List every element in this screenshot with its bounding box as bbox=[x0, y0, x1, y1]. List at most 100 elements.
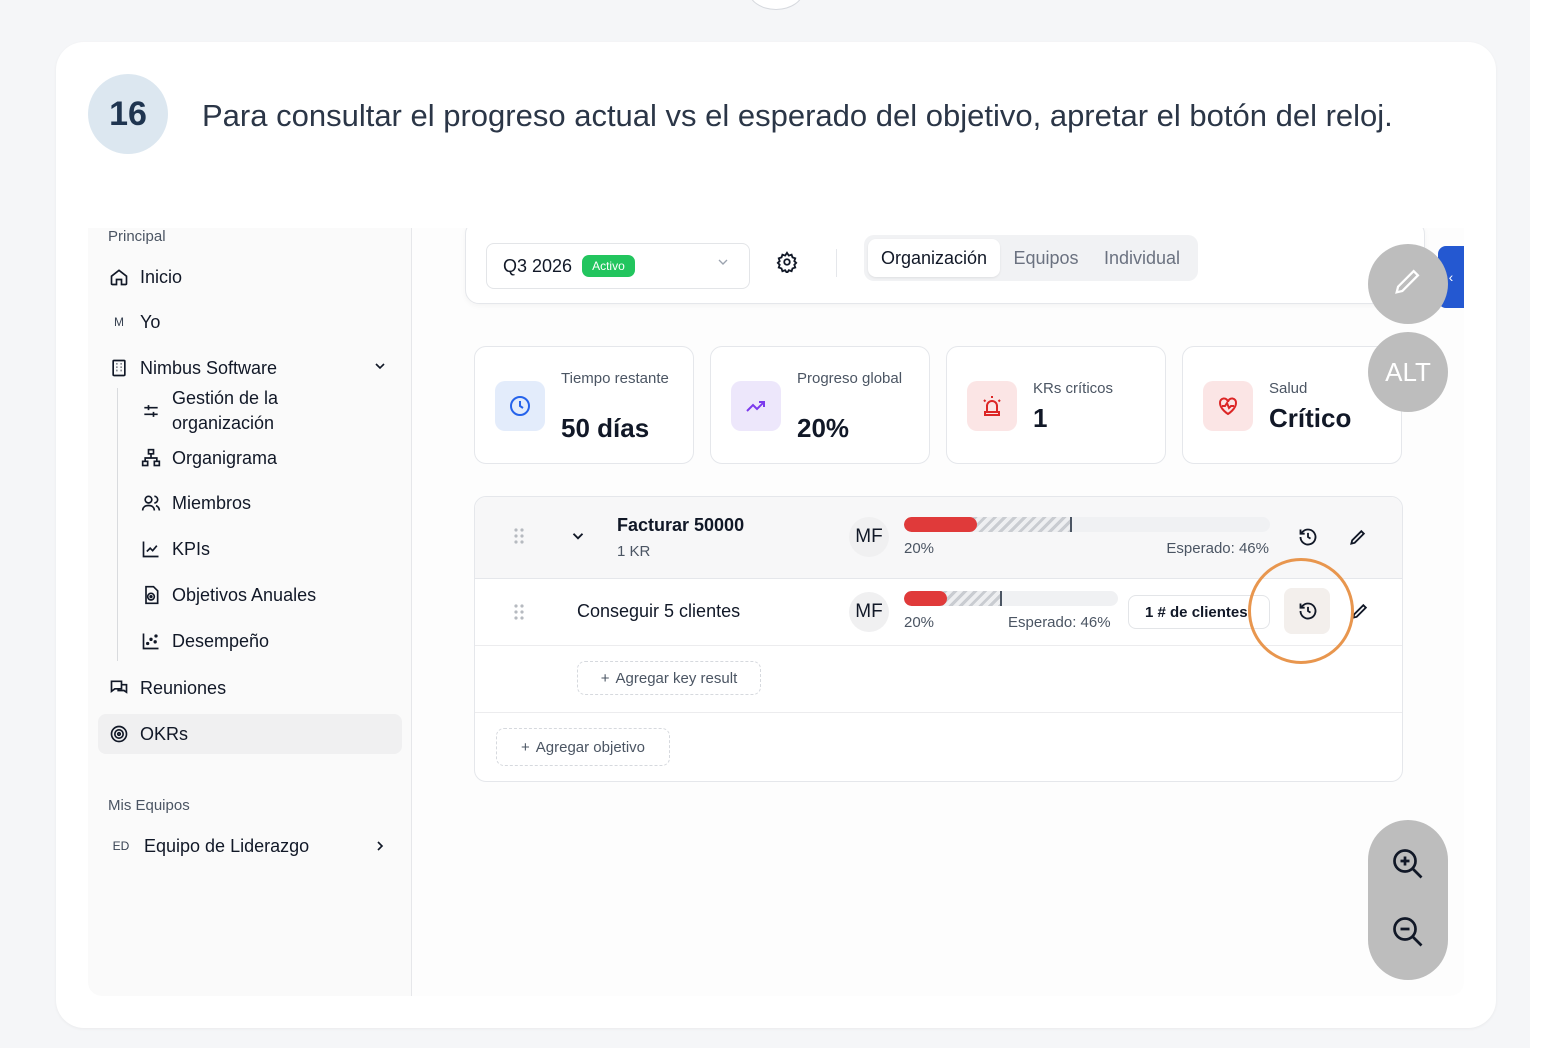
drag-handle-icon[interactable] bbox=[513, 527, 525, 545]
stat-card-progreso: Progreso global 20% bbox=[710, 346, 930, 464]
chevron-right-icon[interactable] bbox=[372, 838, 388, 859]
sidebar-item-inicio[interactable]: Inicio bbox=[108, 261, 182, 293]
siren-icon bbox=[967, 381, 1017, 431]
alt-text-button[interactable]: ALT bbox=[1368, 332, 1448, 412]
stat-card-tiempo: Tiempo restante 50 días bbox=[474, 346, 694, 464]
edit-pencil-icon[interactable] bbox=[1346, 525, 1370, 549]
key-result-progress-bar bbox=[904, 591, 1118, 606]
page-edge bbox=[1530, 0, 1565, 1048]
sidebar-item-label: Organigrama bbox=[172, 447, 278, 468]
sidebar-item-label: Objetivos Anuales bbox=[172, 584, 317, 605]
step-number: 16 bbox=[88, 74, 168, 154]
stat-label: Progreso global bbox=[797, 370, 903, 387]
chart-icon bbox=[140, 538, 162, 560]
sidebar-item-label: Equipo de Liderazgo bbox=[144, 835, 310, 856]
stat-value: Crítico bbox=[1269, 403, 1352, 433]
chevron-down-icon[interactable] bbox=[569, 527, 587, 550]
view-tabs: Organización Equipos Individual bbox=[864, 235, 1198, 281]
sidebar-section-principal: Principal bbox=[108, 228, 166, 245]
tab-equipos[interactable]: Equipos bbox=[1002, 239, 1090, 277]
trend-up-icon bbox=[731, 381, 781, 431]
heart-pulse-icon bbox=[1203, 381, 1253, 431]
sidebar-item-label: KPIs bbox=[172, 538, 211, 559]
sidebar-item-label: Inicio bbox=[140, 266, 183, 287]
plus-icon: + bbox=[521, 738, 530, 756]
zoom-controls bbox=[1368, 820, 1448, 980]
clock-icon bbox=[495, 381, 545, 431]
add-objective-label: Agregar objetivo bbox=[535, 738, 645, 756]
chevron-down-icon[interactable] bbox=[372, 358, 388, 379]
home-icon bbox=[108, 266, 130, 288]
period-select[interactable]: Q3 2026 Activo bbox=[486, 243, 750, 289]
sidebar-item-desempeno[interactable]: Desempeño bbox=[140, 625, 269, 657]
objective-row[interactable]: Facturar 50000 1 KR MF 20% Esperado: 46% bbox=[475, 497, 1402, 579]
target-doc-icon bbox=[140, 584, 162, 606]
status-badge: Activo bbox=[582, 255, 635, 277]
objective-progress-bar bbox=[904, 517, 1270, 532]
sidebar-item-objetivos-anuales[interactable]: Objetivos Anuales bbox=[140, 579, 316, 611]
expected-percent: Esperado: 46% bbox=[1008, 614, 1111, 631]
org-chart-icon bbox=[140, 447, 162, 469]
scatter-icon bbox=[140, 630, 162, 652]
add-key-result-label: Agregar key result bbox=[615, 669, 738, 687]
target-icon bbox=[108, 723, 130, 745]
plus-icon: + bbox=[600, 669, 610, 687]
actual-progress bbox=[904, 591, 947, 606]
divider bbox=[836, 249, 837, 277]
click-highlight-circle bbox=[1248, 558, 1354, 664]
sidebar-item-label: Yo bbox=[140, 311, 161, 332]
building-icon bbox=[108, 357, 130, 379]
sidebar-item-label: Gestión de la organización bbox=[172, 388, 279, 433]
sidebar-item-label: Desempeño bbox=[172, 630, 270, 651]
sidebar-item-okrs[interactable]: OKRs bbox=[108, 718, 188, 750]
sidebar-item-equipo-liderazgo[interactable]: ED Equipo de Liderazgo bbox=[108, 830, 309, 862]
annotate-pencil-button[interactable] bbox=[1368, 244, 1448, 324]
stat-value: 50 días bbox=[561, 413, 650, 443]
sidebar-item-kpis[interactable]: KPIs bbox=[140, 533, 210, 565]
tab-individual[interactable]: Individual bbox=[1092, 239, 1192, 277]
sidebar: Principal Inicio M Yo Nimbus Software Ge… bbox=[88, 228, 412, 996]
chat-icon bbox=[108, 677, 130, 699]
sidebar-item-miembros[interactable]: Miembros bbox=[140, 487, 251, 519]
progress-percent: 20% bbox=[904, 540, 935, 557]
add-objective-button[interactable]: + Agregar objetivo bbox=[496, 728, 670, 766]
key-result-title: Conseguir 5 clientes bbox=[577, 601, 741, 621]
stat-label: KRs críticos bbox=[1033, 380, 1114, 397]
sidebar-item-nimbus-software[interactable]: Nimbus Software bbox=[108, 352, 277, 384]
sidebar-item-yo[interactable]: M Yo bbox=[108, 306, 160, 338]
sidebar-item-label: Miembros bbox=[172, 492, 252, 513]
objective-kr-count: 1 KR bbox=[617, 543, 651, 560]
chevron-left-icon: ‹ bbox=[1448, 269, 1454, 285]
add-key-result-button[interactable]: + Agregar key result bbox=[577, 661, 761, 695]
history-clock-icon[interactable] bbox=[1296, 525, 1320, 549]
sidebar-item-label: Nimbus Software bbox=[140, 357, 278, 378]
sidebar-item-reuniones[interactable]: Reuniones bbox=[108, 672, 226, 704]
zoom-in-icon[interactable] bbox=[1390, 846, 1426, 887]
expected-percent: Esperado: 46% bbox=[1166, 540, 1269, 557]
progress-percent: 20% bbox=[904, 614, 935, 631]
stat-label: Tiempo restante bbox=[561, 370, 669, 387]
step-instruction: Para consultar el progreso actual vs el … bbox=[202, 98, 1393, 133]
tree-line bbox=[117, 388, 118, 661]
okr-toolbar: Q3 2026 Activo Organización Equipos Indi… bbox=[465, 228, 1425, 304]
drag-handle-icon[interactable] bbox=[513, 603, 525, 621]
sidebar-item-organigrama[interactable]: Organigrama bbox=[140, 442, 277, 474]
sliders-icon bbox=[140, 400, 162, 422]
stat-value: 20% bbox=[797, 413, 850, 443]
objective-title: Facturar 50000 bbox=[617, 515, 745, 535]
stat-label: Salud bbox=[1269, 380, 1308, 397]
gear-icon[interactable] bbox=[776, 251, 800, 275]
user-initial: M bbox=[114, 315, 124, 329]
period-label: Q3 2026 bbox=[503, 255, 573, 276]
chevron-down-icon bbox=[715, 254, 731, 275]
sidebar-item-label: Reuniones bbox=[140, 677, 227, 698]
avatar: MF bbox=[849, 592, 889, 632]
zoom-out-icon[interactable] bbox=[1390, 914, 1426, 955]
stat-value: 1 bbox=[1033, 403, 1048, 433]
sidebar-item-gestion[interactable]: Gestión de la organización bbox=[140, 386, 312, 436]
expected-marker bbox=[1000, 591, 1003, 606]
top-connector bbox=[748, 0, 804, 10]
tab-organizacion[interactable]: Organización bbox=[868, 239, 1000, 277]
users-icon bbox=[140, 492, 162, 514]
team-initials: ED bbox=[112, 839, 130, 853]
